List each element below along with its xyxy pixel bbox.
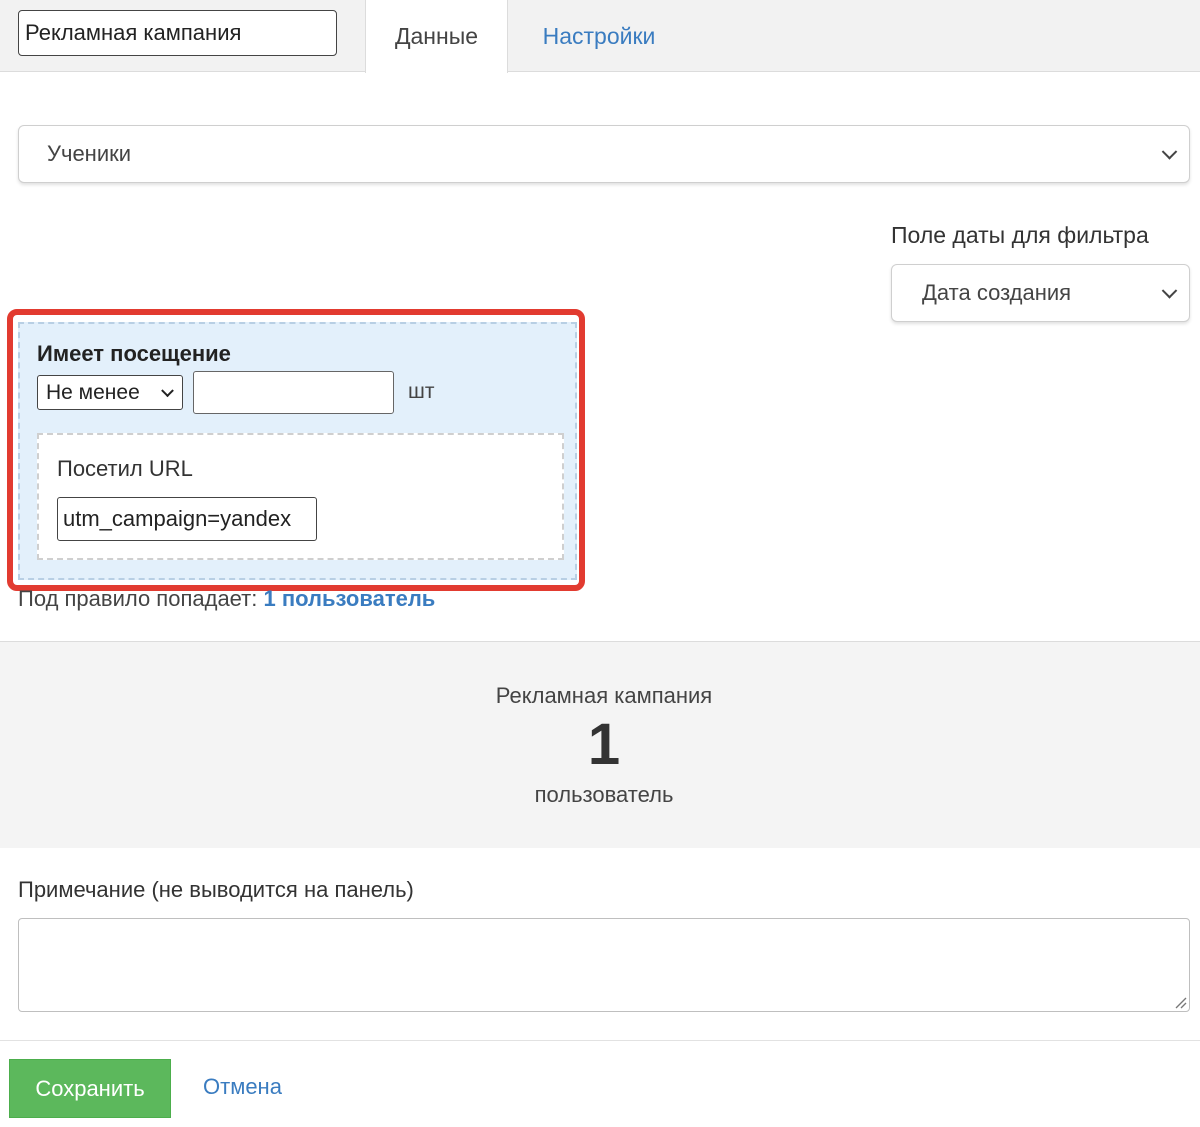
chevron-down-icon <box>1161 283 1178 299</box>
summary-count: 1 <box>587 712 621 777</box>
tab-data[interactable]: Данные <box>365 0 508 73</box>
summary-unit: пользователь <box>534 782 674 807</box>
source-select[interactable]: Ученики <box>18 125 1190 183</box>
rule-match-prefix: Под правило попадает: <box>18 586 258 611</box>
source-select-value: Ученики <box>47 141 132 166</box>
date-filter-select[interactable]: Дата создания <box>891 264 1190 322</box>
save-button[interactable]: Сохранить <box>9 1059 171 1118</box>
date-filter-label: Поле даты для фильтра <box>891 222 1149 248</box>
rule-match-line: Под правило попадает: 1 пользователь <box>18 586 435 612</box>
tab-settings[interactable]: Настройки <box>509 0 689 72</box>
segment-title-input[interactable] <box>18 10 337 56</box>
summary-title: Рекламная кампания <box>495 683 713 708</box>
date-filter-value: Дата создания <box>922 280 1072 305</box>
footer-divider <box>0 1040 1200 1041</box>
note-textarea[interactable] <box>18 918 1190 1012</box>
rule-match-link[interactable]: 1 пользователь <box>264 586 436 611</box>
highlight-frame <box>7 309 585 591</box>
resize-grip-icon[interactable] <box>1173 995 1187 1009</box>
note-label: Примечание (не выводится на панель) <box>18 877 414 902</box>
cancel-link[interactable]: Отмена <box>203 1074 282 1100</box>
chevron-down-icon <box>1161 144 1178 160</box>
